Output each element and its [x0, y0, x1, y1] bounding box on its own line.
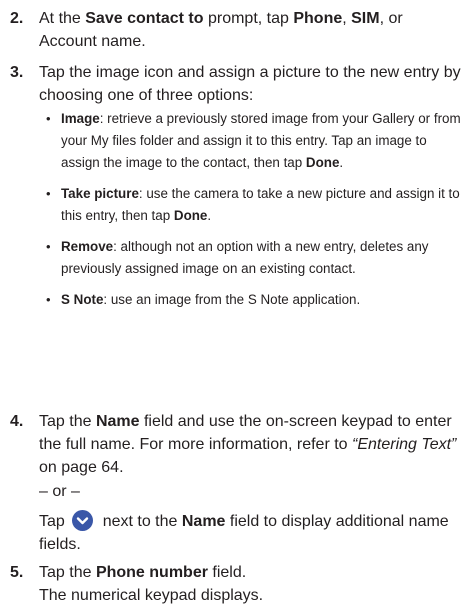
text: prompt, tap: [203, 10, 294, 27]
text: Tap the: [39, 413, 96, 430]
bold-term: Name: [95, 413, 140, 430]
list-item: • Remove: although not an option with a …: [39, 236, 464, 280]
step-text: At the Save contact to prompt, tap Phone…: [39, 7, 464, 53]
step-text: Tap the Phone number field. The numerica…: [39, 561, 464, 607]
bold-term: Phone: [293, 10, 343, 27]
step-number: 2.: [10, 10, 24, 27]
text: ,: [342, 10, 352, 27]
bold-term: Done: [173, 208, 208, 223]
bold-term: Save contact to: [85, 10, 204, 27]
bold-term: Done: [305, 155, 340, 170]
text: field.: [207, 564, 247, 581]
step-number: 5.: [10, 564, 24, 581]
bullet-icon: •: [46, 111, 51, 126]
bullet-icon: •: [46, 292, 51, 307]
step-text: Tap the image icon and assign a picture …: [39, 61, 464, 311]
manual-page: 2. At the Save contact to prompt, tap Ph…: [0, 0, 472, 612]
option-text: : retrieve a previously stored image fro…: [61, 111, 461, 170]
or-separator: – or –: [39, 483, 80, 500]
option-name: Image: [61, 111, 100, 126]
chevron-down-icon: [72, 510, 94, 531]
list-item: • Take picture: use the camera to take a…: [39, 183, 464, 227]
bullet-icon: •: [46, 239, 51, 254]
text: .: [207, 208, 212, 223]
step-number: 3.: [10, 64, 24, 81]
text: .: [339, 155, 344, 170]
list-item: • Image: retrieve a previously stored im…: [39, 108, 464, 174]
bullet-icon: •: [46, 186, 51, 201]
step-description: Tap the image icon and assign a picture …: [39, 64, 461, 104]
option-text: : although not an option with a new entr…: [61, 239, 429, 276]
text: next to the: [98, 513, 182, 530]
bold-term: Phone number: [95, 564, 208, 581]
text: Tap: [39, 513, 70, 530]
bold-term: SIM: [351, 10, 380, 27]
step-number: 4.: [10, 413, 24, 430]
option-text: : use an image from the S Note applicati…: [103, 292, 361, 307]
text: At the: [39, 10, 86, 27]
option-name: Remove: [61, 239, 114, 254]
step-text: Tap the Name field and use the on-screen…: [39, 410, 464, 556]
text: Tap the: [39, 564, 96, 581]
bold-term: Name: [181, 513, 226, 530]
option-list: • Image: retrieve a previously stored im…: [39, 108, 464, 311]
result-text: The numerical keypad displays.: [39, 587, 264, 604]
option-name: Take picture: [61, 186, 139, 201]
option-name: S Note: [61, 292, 104, 307]
cross-reference: “Entering Text”: [352, 436, 457, 453]
list-item: • S Note: use an image from the S Note a…: [39, 289, 464, 311]
text: on page 64.: [39, 459, 124, 476]
